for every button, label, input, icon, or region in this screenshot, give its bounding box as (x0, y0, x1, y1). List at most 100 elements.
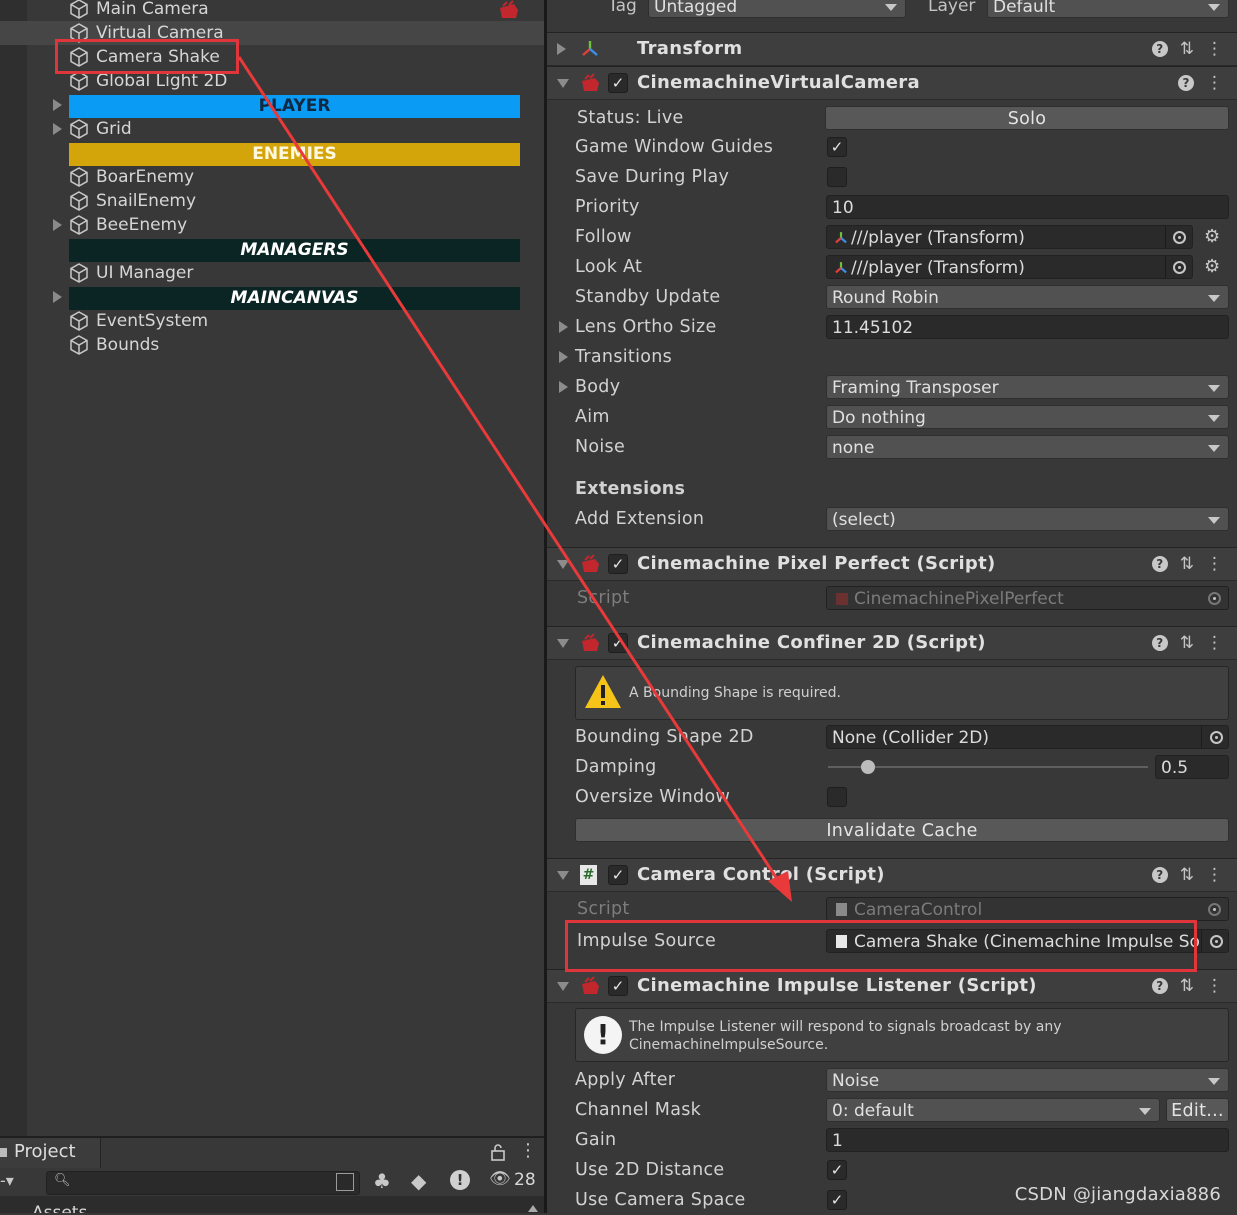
damping-field[interactable]: 0.5 (1155, 755, 1229, 779)
presets-icon[interactable]: ⇅ (1180, 33, 1194, 65)
bounding-shape-field[interactable]: None (Collider 2D) (826, 725, 1229, 749)
camera-control-enabled-checkbox[interactable]: ✓ (608, 865, 628, 885)
kebab-menu-icon[interactable]: ⋮ (1206, 627, 1223, 659)
look-at-field[interactable]: ///player (Transform) (826, 255, 1193, 279)
chevron-down-icon (1208, 4, 1220, 11)
presets-icon[interactable]: ⇅ (1180, 970, 1194, 1002)
object-picker-icon[interactable] (1173, 261, 1186, 274)
presets-icon[interactable]: ⇅ (1180, 859, 1194, 891)
collapse-arrow-icon[interactable] (557, 639, 569, 648)
collapse-arrow-icon[interactable] (557, 982, 569, 991)
hierarchy-banner-managers[interactable]: MANAGERS (69, 239, 520, 262)
standby-update-dropdown[interactable]: Round Robin (826, 285, 1229, 309)
add-extension-dropdown[interactable]: (select) (826, 507, 1229, 531)
help-icon[interactable]: ? (1151, 867, 1168, 883)
kebab-menu-icon[interactable]: ⋮ (1206, 33, 1223, 65)
use-camera-space-checkbox[interactable]: ✓ (827, 1190, 847, 1210)
filter-by-label-icon[interactable]: ◆ (411, 1169, 426, 1193)
presets-icon[interactable]: ⇅ (1180, 627, 1194, 659)
gameobject-cube-icon (70, 311, 88, 331)
body-dropdown[interactable]: Framing Transposer (826, 375, 1229, 399)
kebab-menu-icon[interactable]: ⋮ (1206, 970, 1223, 1002)
project-search-input[interactable]: 🔍︎ (46, 1171, 360, 1195)
pixel-perfect-enabled-checkbox[interactable]: ✓ (608, 554, 628, 574)
kebab-menu-icon[interactable]: ⋮ (1206, 67, 1223, 99)
invalidate-cache-button[interactable]: Invalidate Cache (575, 818, 1229, 842)
collapse-arrow-icon[interactable] (557, 871, 569, 880)
kebab-menu-icon[interactable]: ⋮ (1206, 859, 1223, 891)
body-label[interactable]: Body (575, 372, 620, 402)
project-tab[interactable]: Project (0, 1138, 101, 1168)
layer-label: Layer (928, 0, 976, 16)
collapse-arrow-icon[interactable] (557, 43, 566, 55)
noise-dropdown[interactable]: none (826, 435, 1229, 459)
lens-ortho-size-field[interactable]: 11.45102 (826, 315, 1229, 339)
expand-arrow-icon[interactable] (53, 123, 62, 135)
edit-button[interactable]: Edit... (1166, 1098, 1229, 1122)
expand-arrow-icon[interactable] (559, 321, 568, 333)
confiner-header[interactable]: ✓ Cinemachine Confiner 2D (Script) ? ⇅ ⋮ (547, 626, 1237, 660)
damping-slider-thumb[interactable] (861, 760, 875, 774)
kebab-menu-icon[interactable]: ⋮ (519, 1140, 537, 1161)
priority-field[interactable]: 10 (826, 195, 1229, 219)
kebab-menu-icon[interactable]: ⋮ (1206, 548, 1223, 580)
lock-icon[interactable] (490, 1143, 506, 1161)
follow-field[interactable]: ///player (Transform) (826, 225, 1193, 249)
gear-icon[interactable]: ⚙ (1204, 256, 1220, 277)
damping-slider-track[interactable] (828, 766, 1148, 768)
help-icon[interactable]: ? (1151, 556, 1168, 572)
scroll-up-icon[interactable] (528, 1205, 538, 1212)
help-icon[interactable]: ? (1151, 41, 1168, 57)
warning-filter-icon[interactable]: ! (450, 1170, 470, 1190)
object-picker-icon[interactable] (1210, 935, 1223, 948)
hierarchy-banner-enemies[interactable]: ENEMIES (69, 143, 520, 166)
add-extension-value: (select) (832, 510, 896, 530)
pixel-perfect-header[interactable]: ✓ Cinemachine Pixel Perfect (Script) ? ⇅ ⋮ (547, 547, 1237, 581)
tag-dropdown[interactable]: Untagged (648, 0, 906, 18)
hierarchy-item-label: Bounds (96, 335, 160, 355)
help-icon[interactable]: ? (1151, 635, 1168, 651)
transitions-label[interactable]: Transitions (575, 342, 672, 372)
gameobject-cube-icon (70, 191, 88, 211)
hidden-count: 28 (514, 1170, 536, 1190)
help-icon[interactable]: ? (1178, 75, 1194, 91)
help-icon[interactable]: ? (1151, 978, 1168, 994)
expand-arrow-icon[interactable] (53, 291, 62, 303)
hierarchy-banner-maincanvas[interactable]: MAINCANVAS (69, 287, 520, 310)
create-dropdown-icon[interactable]: -▾ (0, 1171, 14, 1190)
filter-by-type-icon[interactable]: ♣ (373, 1169, 391, 1193)
assets-folder-label[interactable]: Assets (32, 1198, 87, 1213)
impulse-listener-enabled-checkbox[interactable]: ✓ (608, 976, 628, 996)
game-window-guides-checkbox[interactable]: ✓ (827, 137, 847, 157)
object-picker-icon[interactable] (1210, 731, 1223, 744)
camera-control-header[interactable]: # ✓ Camera Control (Script) ? ⇅ ⋮ (547, 858, 1237, 892)
vcam-header[interactable]: ✓ CinemachineVirtualCamera ? ⋮ (547, 66, 1237, 100)
expand-arrow-icon[interactable] (53, 99, 62, 111)
object-picker-icon[interactable] (1173, 231, 1186, 244)
collapse-arrow-icon[interactable] (557, 560, 569, 569)
oversize-window-checkbox[interactable] (827, 787, 847, 807)
channel-mask-dropdown[interactable]: 0: default (826, 1098, 1160, 1122)
confiner-enabled-checkbox[interactable]: ✓ (608, 633, 628, 653)
use-2d-distance-checkbox[interactable]: ✓ (827, 1160, 847, 1180)
expand-arrow-icon[interactable] (559, 351, 568, 363)
solo-button[interactable]: Solo (825, 106, 1229, 130)
info-text-line2: CinemachineImpulseSource. (629, 1037, 829, 1053)
hierarchy-banner-player[interactable]: PLAYER (69, 95, 520, 118)
apply-after-dropdown[interactable]: Noise (826, 1068, 1229, 1092)
gear-icon[interactable]: ⚙ (1204, 226, 1220, 247)
impulse-listener-header[interactable]: ✓ Cinemachine Impulse Listener (Script) … (547, 969, 1237, 1003)
expand-arrow-icon[interactable] (53, 219, 62, 231)
expand-arrow-icon[interactable] (559, 381, 568, 393)
vcam-enabled-checkbox[interactable]: ✓ (608, 73, 628, 93)
save-during-play-label: Save During Play (575, 167, 730, 187)
presets-icon[interactable]: ⇅ (1180, 548, 1194, 580)
collapse-arrow-icon[interactable] (557, 79, 569, 88)
search-by-type-icon[interactable] (336, 1173, 354, 1191)
transform-header[interactable]: Transform ? ⇅ ⋮ (547, 32, 1237, 66)
aim-dropdown[interactable]: Do nothing (826, 405, 1229, 429)
gain-field[interactable]: 1 (826, 1128, 1229, 1152)
save-during-play-checkbox[interactable] (827, 167, 847, 187)
hidden-packages-icon[interactable]: 👁︎ (489, 1169, 511, 1189)
layer-dropdown[interactable]: Default (987, 0, 1229, 18)
